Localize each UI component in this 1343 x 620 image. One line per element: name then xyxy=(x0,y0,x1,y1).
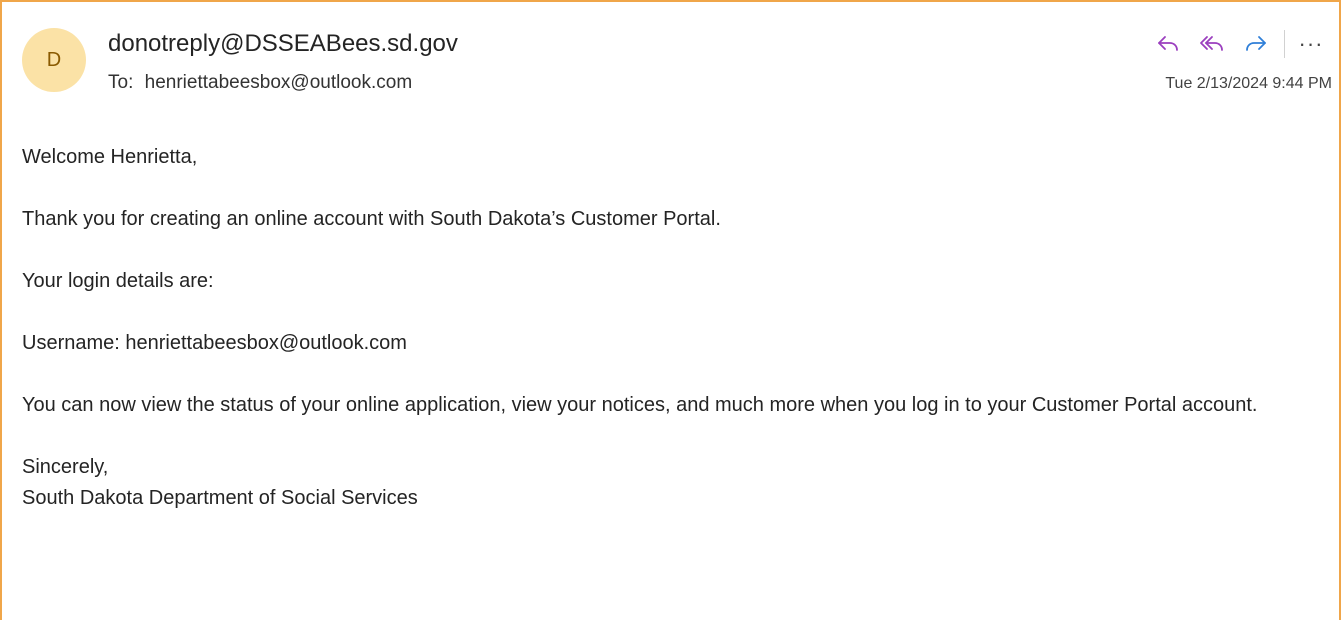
message-timestamp: Tue 2/13/2024 9:44 PM xyxy=(1165,75,1332,92)
reply-all-button[interactable] xyxy=(1190,24,1234,64)
message-actions: ··· xyxy=(1146,24,1329,64)
signature-text: South Dakota Department of Social Servic… xyxy=(22,487,418,509)
body-paragraph: Your login details are: xyxy=(22,270,214,292)
reply-all-icon xyxy=(1200,36,1223,51)
forward-icon xyxy=(1246,36,1266,51)
message-header: D donotreply@DSSEABees.sd.gov To: henrie… xyxy=(2,2,1343,112)
email-reading-pane: D donotreply@DSSEABees.sd.gov To: henrie… xyxy=(0,0,1341,620)
avatar-initial: D xyxy=(46,48,62,71)
recipient-line: To: henriettabeesbox@outlook.com xyxy=(108,72,412,94)
body-paragraph: Thank you for creating an online account… xyxy=(22,208,721,230)
more-actions-button[interactable]: ··· xyxy=(1293,24,1329,64)
username-line: Username: henriettabeesbox@outlook.com xyxy=(22,332,407,354)
actions-divider xyxy=(1284,30,1285,58)
body-paragraph: You can now view the status of your onli… xyxy=(22,394,1258,416)
forward-button[interactable] xyxy=(1234,24,1278,64)
more-icon: ··· xyxy=(1298,31,1324,56)
to-label: To: xyxy=(108,72,134,93)
closing-text: Sincerely, xyxy=(22,456,109,478)
greeting-text: Welcome Henrietta, xyxy=(22,146,198,168)
reply-button[interactable] xyxy=(1146,24,1190,64)
recipient-address[interactable]: henriettabeesbox@outlook.com xyxy=(145,72,413,93)
sender-address[interactable]: donotreply@DSSEABees.sd.gov xyxy=(108,30,458,58)
sender-avatar[interactable]: D xyxy=(22,28,86,92)
message-body: Welcome Henrietta, Thank you for creatin… xyxy=(22,142,1322,514)
reply-icon xyxy=(1158,36,1178,51)
